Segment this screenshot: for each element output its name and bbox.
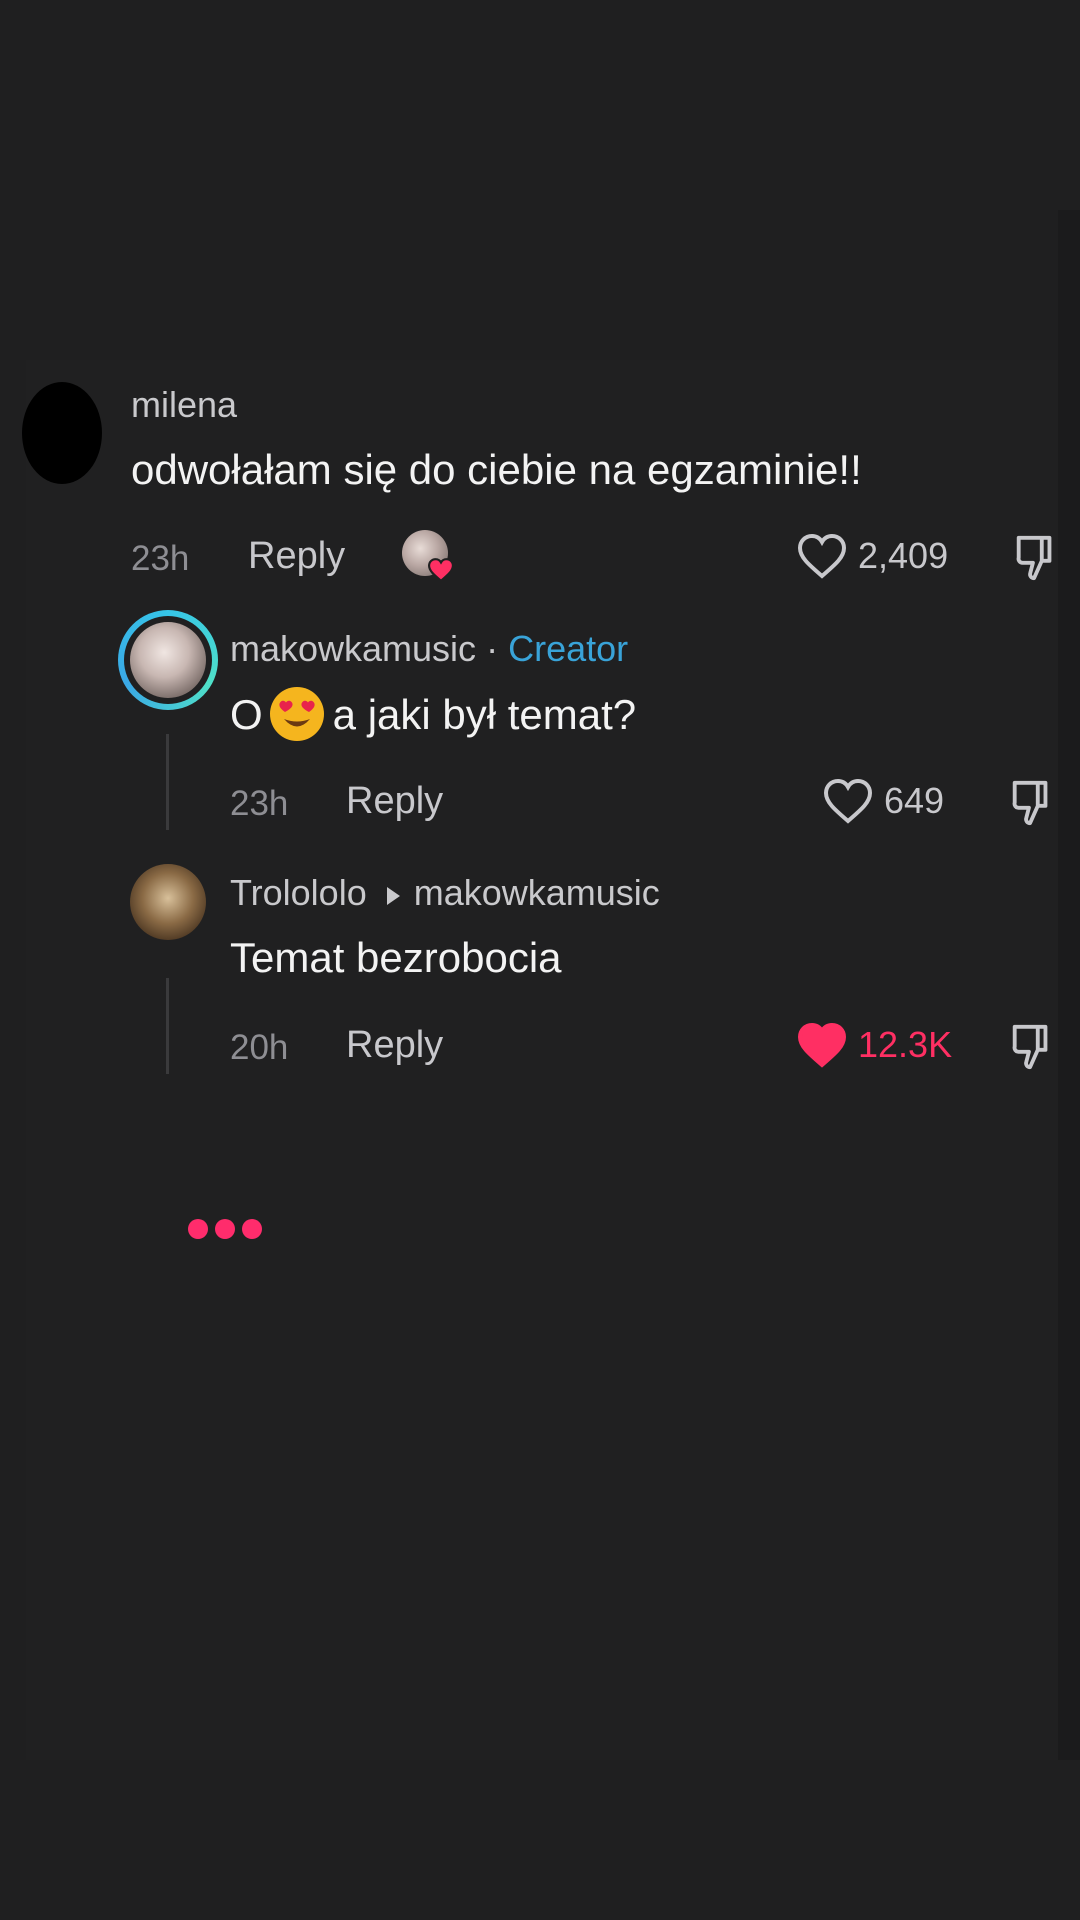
loading-dot bbox=[188, 1219, 208, 1239]
heart-outline-icon bbox=[797, 533, 847, 579]
loading-dots bbox=[188, 1219, 262, 1239]
avatar-photo bbox=[130, 622, 206, 698]
reply-time: 20h bbox=[230, 1028, 289, 1067]
avatar-creator[interactable] bbox=[118, 610, 218, 710]
reply-text: O a jaki był temat? bbox=[230, 687, 637, 746]
play-arrow-icon bbox=[386, 887, 400, 905]
reply-text: Temat bezrobocia bbox=[230, 934, 562, 981]
comment-username[interactable]: milena bbox=[131, 384, 237, 426]
avatar-trolololo[interactable] bbox=[130, 864, 206, 940]
like-button[interactable]: 649 bbox=[822, 777, 944, 825]
loading-dot bbox=[215, 1219, 235, 1239]
heart-outline-icon bbox=[823, 778, 873, 824]
heart-eyes-emoji-icon bbox=[269, 687, 324, 741]
comment-text: odwołałam się do ciebie na egzaminie!! bbox=[131, 446, 862, 493]
avatar-milena[interactable] bbox=[22, 382, 102, 484]
screen: milena odwołałam się do ciebie na egzami… bbox=[0, 0, 1080, 1920]
heart-filled-icon bbox=[428, 558, 454, 582]
reply-header: makowkamusic · Creator bbox=[230, 628, 628, 670]
comment-time: 23h bbox=[131, 539, 190, 578]
creator-liked-badge bbox=[402, 530, 454, 582]
thread-line bbox=[166, 734, 169, 830]
creator-badge: Creator bbox=[508, 628, 629, 669]
reply-text-suffix: a jaki był temat? bbox=[332, 691, 637, 739]
dislike-icon[interactable] bbox=[1012, 532, 1060, 582]
reply-time: 23h bbox=[230, 784, 289, 823]
loading-dot bbox=[242, 1219, 262, 1239]
reply-header: Trolololo makowkamusic bbox=[230, 872, 660, 914]
reply-button[interactable]: Reply bbox=[346, 780, 443, 823]
panel-edge bbox=[1058, 210, 1080, 1760]
like-button[interactable]: 12.3K bbox=[796, 1021, 952, 1069]
reply-username[interactable]: makowkamusic bbox=[230, 628, 476, 669]
like-count: 649 bbox=[884, 780, 945, 821]
like-count: 12.3K bbox=[858, 1024, 953, 1065]
like-button[interactable]: 2,409 bbox=[796, 532, 948, 580]
thread-line bbox=[166, 978, 169, 1074]
like-count: 2,409 bbox=[858, 535, 949, 576]
heart-filled-icon bbox=[797, 1022, 847, 1068]
separator-dot: · bbox=[486, 628, 499, 669]
reply-button[interactable]: Reply bbox=[346, 1024, 443, 1067]
reply-username[interactable]: Trolololo bbox=[230, 872, 367, 913]
dislike-icon[interactable] bbox=[1008, 1021, 1056, 1071]
dislike-icon[interactable] bbox=[1008, 777, 1056, 827]
replying-to-username[interactable]: makowkamusic bbox=[414, 872, 660, 913]
reply-button[interactable]: Reply bbox=[248, 535, 345, 578]
reply-text-prefix: O bbox=[230, 691, 263, 739]
